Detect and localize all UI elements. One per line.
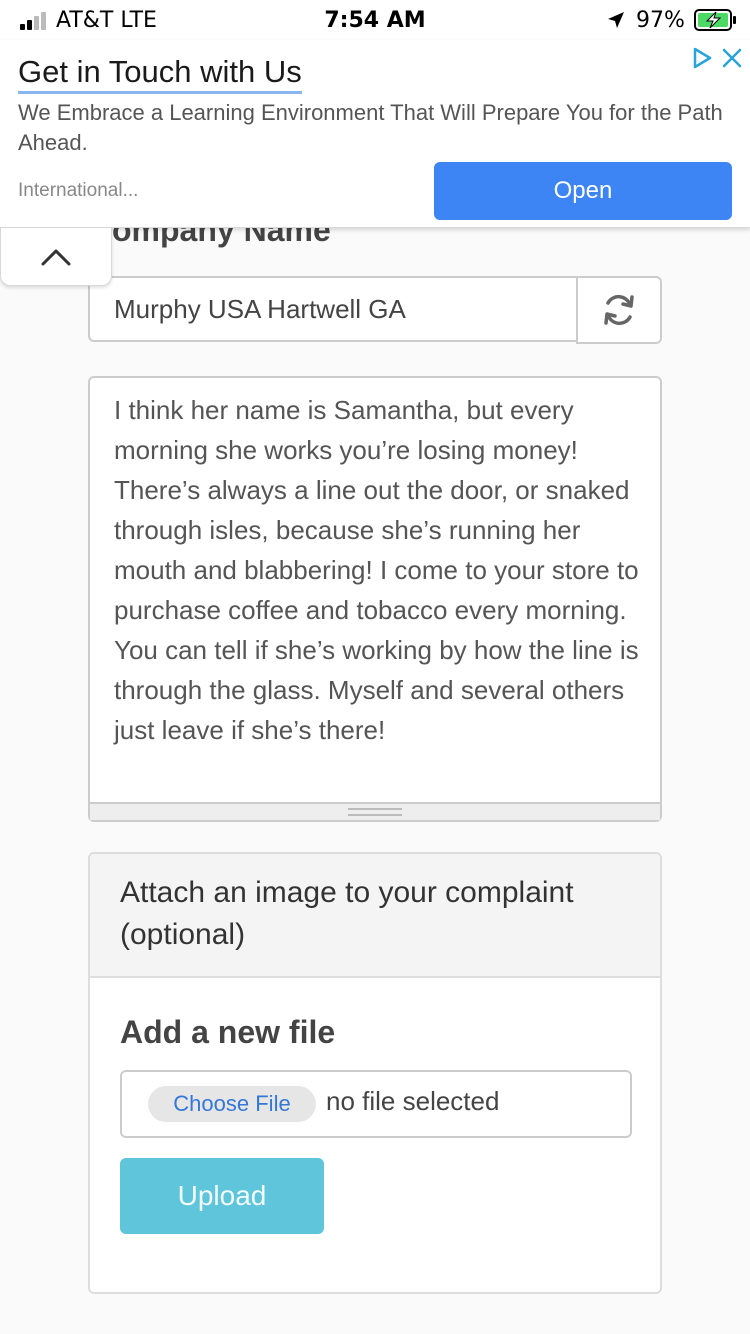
upload-button[interactable]: Upload [120, 1158, 324, 1234]
chevron-up-icon [41, 249, 71, 265]
refresh-icon [604, 294, 634, 326]
attach-panel-title: Attach an image to your complaint (optio… [120, 876, 574, 951]
collapse-ad-button[interactable] [0, 228, 112, 286]
ad-open-button[interactable]: Open [434, 162, 732, 220]
ad-body: We Embrace a Learning Environment That W… [18, 100, 723, 155]
complaint-textarea[interactable]: I think her name is Samantha, but every … [88, 376, 662, 822]
resize-grip-icon [348, 808, 402, 816]
refresh-button[interactable] [576, 276, 662, 344]
complaint-text: I think her name is Samantha, but every … [114, 395, 639, 745]
location-arrow-icon [608, 12, 624, 28]
attach-image-panel: Attach an image to your complaint (optio… [88, 852, 662, 1294]
ad-source: International... [18, 180, 139, 201]
battery-charging-icon [694, 9, 736, 31]
add-file-heading: Add a new file [120, 1014, 336, 1050]
ad-title[interactable]: Get in Touch with Us [18, 54, 302, 94]
textarea-resize-handle[interactable] [90, 802, 660, 820]
status-bar: AT&T LTE 7:54 AM 97% [0, 0, 750, 40]
file-input[interactable]: Choose File no file selected [120, 1070, 632, 1138]
ad-choices-icon[interactable] [690, 46, 714, 70]
ad-banner[interactable]: Get in Touch with Us We Embrace a Learni… [0, 40, 750, 228]
close-icon[interactable] [720, 46, 744, 70]
file-status-text: no file selected [326, 1086, 500, 1116]
battery-percent: 97% [636, 8, 685, 33]
company-name-input[interactable]: Murphy USA Hartwell GA [88, 276, 578, 342]
attach-panel-header: Attach an image to your complaint (optio… [90, 854, 660, 978]
choose-file-button[interactable]: Choose File [148, 1086, 316, 1122]
